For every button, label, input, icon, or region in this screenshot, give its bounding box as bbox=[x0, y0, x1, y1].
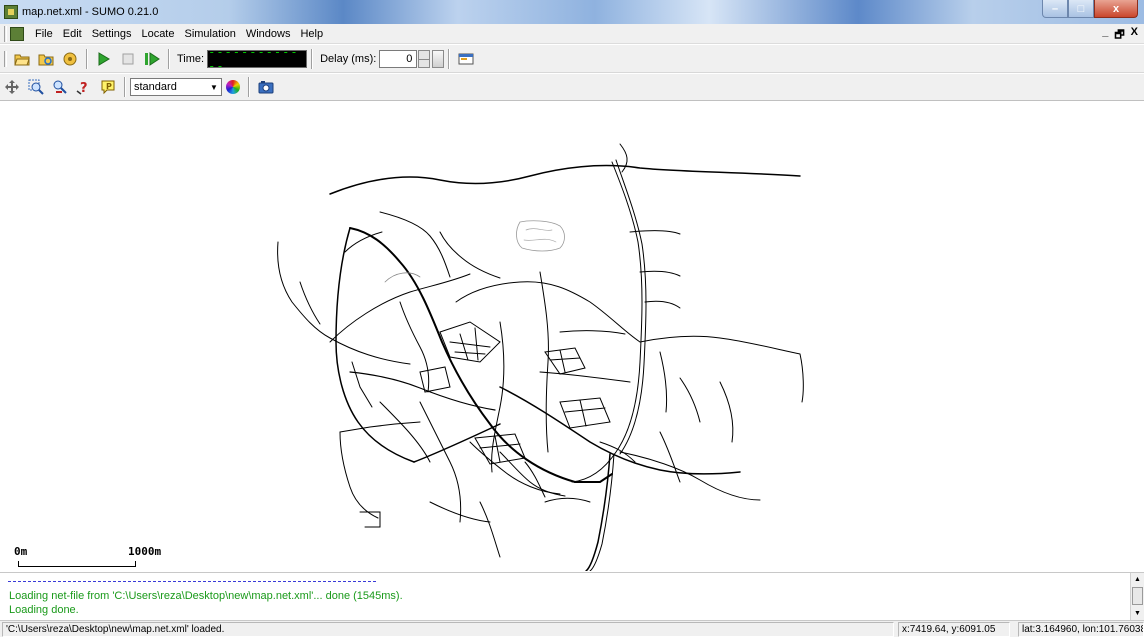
maximize-button[interactable]: □ bbox=[1068, 0, 1094, 18]
status-message: 'C:\Users\reza\Desktop\new\map.net.xml' … bbox=[2, 622, 894, 637]
toolbar-separator bbox=[248, 77, 250, 97]
menu-bar: File Edit Settings Locate Simulation Win… bbox=[0, 24, 1144, 44]
step-icon[interactable] bbox=[142, 49, 162, 69]
status-xy: x:7419.64, y:6091.05 bbox=[898, 622, 1010, 637]
document-icon[interactable] bbox=[10, 26, 24, 41]
toolbar-separator bbox=[311, 48, 314, 69]
delay-label: Delay (ms): bbox=[320, 52, 377, 65]
reload-icon[interactable] bbox=[36, 49, 56, 69]
delay-spinner[interactable] bbox=[418, 49, 431, 68]
toolbar-separator bbox=[86, 48, 88, 69]
message-scrollbar[interactable]: ▲ ▼ bbox=[1130, 573, 1144, 621]
close-network-icon[interactable] bbox=[60, 49, 80, 69]
menu-windows[interactable]: Windows bbox=[241, 28, 296, 40]
help-icon[interactable]: ? bbox=[74, 77, 94, 97]
svg-text:P: P bbox=[106, 82, 112, 91]
scale-right-label: 1000m bbox=[128, 545, 162, 558]
locate-icon[interactable] bbox=[50, 77, 70, 97]
view-toolbar: ? P standard ▼ bbox=[0, 74, 1144, 101]
mdi-restore-button[interactable]: 🗗 bbox=[1114, 26, 1124, 45]
toolbar-separator bbox=[168, 48, 170, 69]
status-latlon: lat:3.164960, lon:101.760384 bbox=[1018, 622, 1144, 637]
message-line: Loading net-file from 'C:\Users\reza\Des… bbox=[9, 590, 403, 602]
scale-line bbox=[18, 561, 136, 567]
menu-simulation[interactable]: Simulation bbox=[179, 28, 240, 40]
sumo-app-icon bbox=[4, 5, 18, 19]
mdi-controls: _ 🗗 X bbox=[1102, 26, 1138, 45]
scale-left-label: 0m bbox=[14, 545, 28, 558]
svg-text:?: ? bbox=[80, 81, 88, 95]
screenshot-icon[interactable] bbox=[256, 77, 276, 97]
tooltip-icon[interactable]: P bbox=[98, 77, 118, 97]
menu-file[interactable]: File bbox=[30, 28, 58, 40]
main-toolbar: Time: ------------- Delay (ms): 0 bbox=[0, 45, 1144, 73]
scroll-up-icon[interactable]: ▲ bbox=[1132, 574, 1143, 586]
toolbar-separator bbox=[124, 77, 126, 97]
new-view-icon[interactable] bbox=[456, 49, 476, 69]
color-scheme-select[interactable]: standard ▼ bbox=[130, 78, 222, 96]
minimize-button[interactable]: – bbox=[1042, 0, 1068, 18]
message-separator bbox=[8, 581, 376, 582]
message-window[interactable]: Loading net-file from 'C:\Users\reza\Des… bbox=[0, 572, 1144, 621]
color-wheel-icon[interactable] bbox=[226, 80, 240, 94]
window-controls: – □ x bbox=[1042, 0, 1138, 18]
title-bar: map.net.xml - SUMO 0.21.0 – □ x bbox=[0, 0, 1144, 24]
menu-help[interactable]: Help bbox=[295, 28, 328, 40]
menu-grip bbox=[4, 25, 7, 42]
delay-input[interactable]: 0 bbox=[379, 49, 418, 68]
scroll-down-icon[interactable]: ▼ bbox=[1132, 608, 1143, 620]
recenter-icon[interactable] bbox=[2, 77, 22, 97]
window-title: map.net.xml - SUMO 0.21.0 bbox=[22, 6, 159, 18]
mdi-close-button[interactable]: X bbox=[1131, 26, 1138, 45]
stop-icon[interactable] bbox=[118, 49, 138, 69]
open-icon[interactable] bbox=[12, 49, 32, 69]
time-label: Time: bbox=[177, 52, 205, 65]
menu-settings[interactable]: Settings bbox=[87, 28, 137, 40]
delay-slider[interactable] bbox=[432, 49, 445, 68]
chevron-down-icon[interactable]: ▼ bbox=[207, 79, 221, 95]
road-network bbox=[277, 143, 804, 571]
run-icon[interactable] bbox=[94, 49, 114, 69]
toolbar-grip bbox=[4, 50, 7, 67]
mdi-minimize-button[interactable]: _ bbox=[1102, 26, 1108, 45]
zoom-icon[interactable] bbox=[26, 77, 46, 97]
map-canvas[interactable]: 0m 1000m bbox=[0, 102, 1144, 571]
time-display: ------------- bbox=[207, 45, 308, 73]
close-button[interactable]: x bbox=[1094, 0, 1138, 18]
color-scheme-value: standard bbox=[134, 81, 177, 93]
status-bar: 'C:\Users\reza\Desktop\new\map.net.xml' … bbox=[0, 620, 1144, 637]
toolbar-separator bbox=[448, 48, 451, 69]
menu-locate[interactable]: Locate bbox=[136, 28, 179, 40]
menu-edit[interactable]: Edit bbox=[58, 28, 87, 40]
scroll-thumb[interactable] bbox=[1132, 587, 1143, 605]
message-line: Loading done. bbox=[9, 604, 79, 616]
